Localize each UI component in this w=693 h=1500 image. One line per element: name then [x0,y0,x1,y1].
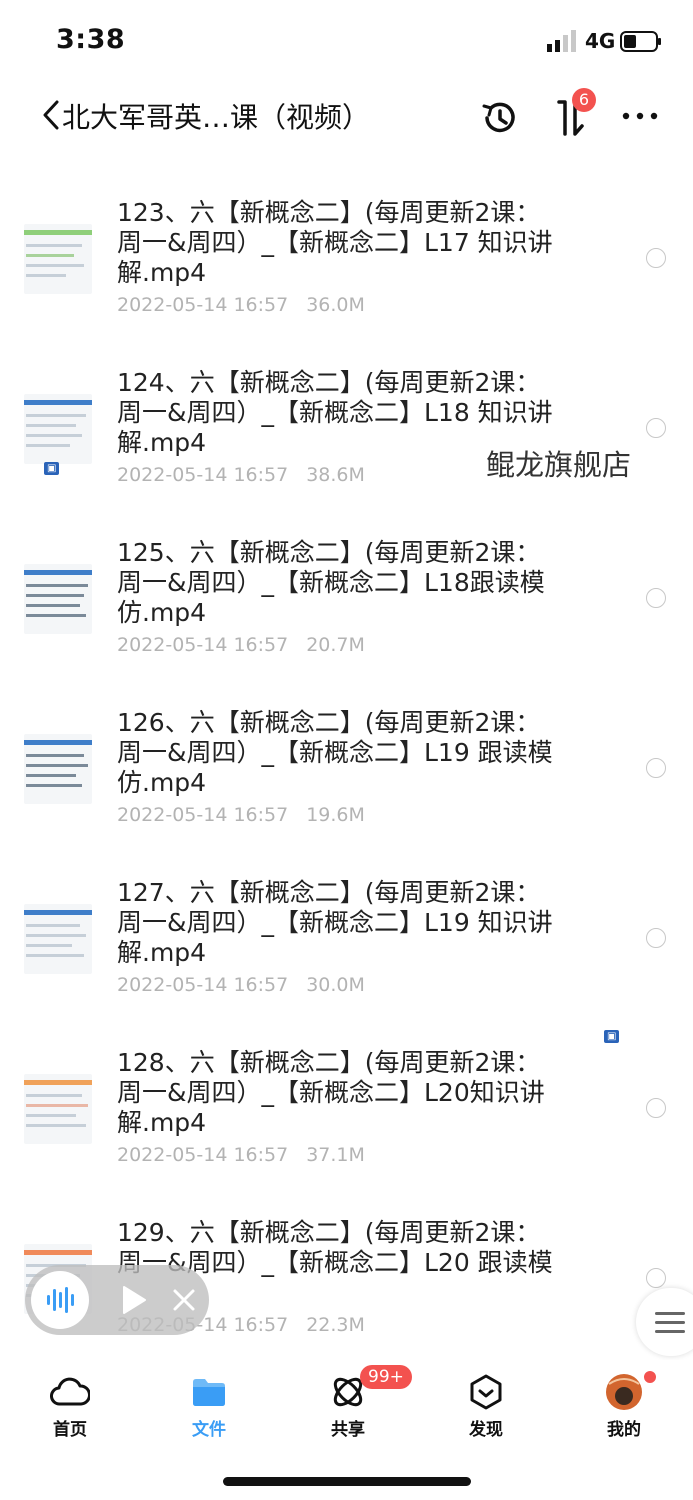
play-icon[interactable] [121,1285,147,1315]
nav-label: 文件 [192,1420,226,1440]
file-name: 123、六【新概念二】(每周更新2课：周一&周四）_【新概念二】L17 知识讲解… [117,198,553,287]
page-title: 北大军哥英…课（视频） [62,101,371,134]
file-date: 2022-05-14 16:57 [117,804,289,826]
network-type: 4G [585,29,616,53]
file-meta: 2022-05-14 16:57 19.6M [117,804,365,826]
file-name: 128、六【新概念二】(每周更新2课：周一&周四）_【新概念二】L20知识讲解.… [117,1048,545,1137]
file-date: 2022-05-14 16:57 [117,464,289,486]
video-thumbnail [24,394,92,464]
file-meta: 2022-05-14 16:57 36.0M [117,294,365,316]
video-thumbnail [24,734,92,804]
file-row[interactable]: 126、六【新概念二】(每周更新2课：周一&周四）_【新概念二】L19 跟读模仿… [0,680,693,850]
audio-wave-icon [47,1287,74,1313]
signal-icon [547,30,576,52]
more-icon[interactable] [620,104,660,128]
file-date: 2022-05-14 16:57 [117,1144,289,1166]
select-radio[interactable] [646,758,666,778]
file-meta: 2022-05-14 16:57 30.0M [117,974,365,996]
nav-label: 首页 [53,1420,87,1440]
history-icon[interactable] [479,98,519,138]
status-time: 3:38 [56,24,126,55]
file-row[interactable]: 125、六【新概念二】(每周更新2课：周一&周四）_【新概念二】L18跟读模仿.… [0,510,693,680]
file-meta: 2022-05-14 16:57 37.1M [117,1144,365,1166]
file-browser-screen: 3:38 4G 北大军哥英…课（视频） 6 123、六【新概念二】(每周更新2课… [0,0,693,1500]
file-row[interactable]: 128、六【新概念二】(每周更新2课：周一&周四）_【新概念二】L20知识讲解.… [0,1020,693,1190]
nav-item-home[interactable]: 首页 [25,1360,115,1450]
watermark-logo: ▣ [604,1030,620,1043]
file-size: 38.6M [306,464,365,486]
watermark-logo: ▣ [44,462,60,475]
home-indicator[interactable] [223,1477,471,1486]
back-icon[interactable] [40,98,64,132]
file-name: 127、六【新概念二】(每周更新2课：周一&周四）_【新概念二】L19 知识讲解… [117,878,553,967]
file-list: 123、六【新概念二】(每周更新2课：周一&周四）_【新概念二】L17 知识讲解… [0,170,693,1360]
file-size: 19.6M [306,804,365,826]
file-size: 20.7M [306,634,365,656]
select-radio[interactable] [646,928,666,948]
select-radio[interactable] [646,1268,666,1288]
avatar-icon [606,1374,642,1410]
nav-label: 发现 [469,1420,503,1440]
file-date: 2022-05-14 16:57 [117,634,289,656]
file-meta: 2022-05-14 16:57 38.6M [117,464,365,486]
file-name: 126、六【新概念二】(每周更新2课：周一&周四）_【新概念二】L19 跟读模仿… [117,708,553,797]
file-meta: 2022-05-14 16:57 20.7M [117,634,365,656]
folder-icon [193,1379,225,1406]
discover-icon [470,1374,502,1410]
sort-badge: 6 [572,88,596,112]
select-radio[interactable] [646,248,666,268]
bottom-nav: 首页 文件 共享 99+ 发现 我的 [0,1360,693,1460]
nav-item-discover[interactable]: 发现 [441,1360,531,1450]
file-size: 36.0M [306,294,365,316]
nav-label: 共享 [331,1420,365,1440]
video-thumbnail [24,1074,92,1144]
file-size: 37.1M [306,1144,365,1166]
nav-item-files[interactable]: 文件 [164,1360,254,1450]
file-row[interactable]: 127、六【新概念二】(每周更新2课：周一&周四）_【新概念二】L19 知识讲解… [0,850,693,1020]
file-size: 30.0M [306,974,365,996]
side-menu-button[interactable] [636,1288,693,1356]
top-bar: 北大军哥英…课（视频） 6 [0,82,693,152]
notification-dot [642,1369,658,1385]
select-radio[interactable] [646,418,666,438]
shop-watermark: 鲲龙旗舰店 [486,448,632,482]
nav-label: 我的 [607,1420,641,1440]
menu-icon [655,1312,685,1333]
select-radio[interactable] [646,588,666,608]
select-radio[interactable] [646,1098,666,1118]
status-bar: 3:38 4G [0,0,693,80]
file-date: 2022-05-14 16:57 [117,974,289,996]
video-thumbnail [24,904,92,974]
file-name: 125、六【新概念二】(每周更新2课：周一&周四）_【新概念二】L18跟读模仿.… [117,538,545,627]
file-size: 22.3M [306,1314,365,1336]
file-row[interactable]: 124、六【新概念二】(每周更新2课：周一&周四）_【新概念二】L18 知识讲解… [0,340,693,510]
battery-icon [620,31,661,52]
file-row[interactable]: 123、六【新概念二】(每周更新2课：周一&周四）_【新概念二】L17 知识讲解… [0,170,693,340]
floating-player [25,1265,209,1335]
close-icon[interactable] [171,1287,197,1313]
share-badge: 99+ [360,1365,412,1389]
cloud-icon [50,1377,90,1406]
video-thumbnail [24,224,92,294]
audio-wave-button[interactable] [31,1271,89,1329]
video-thumbnail [24,564,92,634]
file-date: 2022-05-14 16:57 [117,294,289,316]
